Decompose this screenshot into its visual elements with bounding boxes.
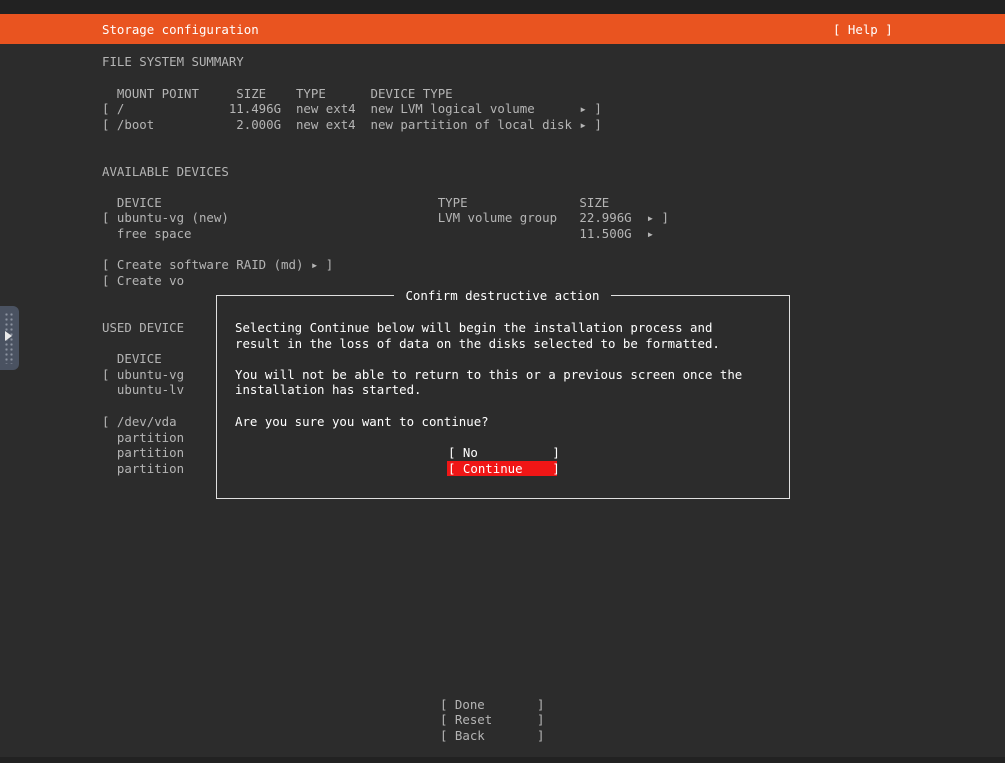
used-row-ubuntu-lv[interactable]: ubuntu-lv [102, 382, 184, 398]
used-row-dev-vda[interactable]: [ /dev/vda [102, 414, 177, 430]
continue-button[interactable]: [ Continue ] [448, 461, 560, 477]
used-row-partition[interactable]: partition [102, 445, 184, 461]
used-row-partition[interactable]: partition [102, 461, 184, 477]
available-column-headers: DEVICE TYPE SIZE [102, 195, 610, 210]
summary-row-boot[interactable]: [ /boot 2.000G new ext4 new partition of… [102, 117, 602, 133]
expand-arrow-icon [5, 331, 12, 341]
create-raid-button[interactable]: [ Create software RAID (md) ▸ ] [102, 257, 333, 273]
used-row-ubuntu-vg[interactable]: [ ubuntu-vg [102, 367, 184, 383]
help-button[interactable]: [ Help ] [833, 22, 893, 38]
create-volume-group-button[interactable]: [ Create vo [102, 273, 184, 289]
reset-button[interactable]: [ Reset ] [440, 712, 544, 728]
dialog-message-line: Selecting Continue below will begin the … [235, 320, 713, 335]
page-title: Storage configuration [102, 22, 259, 37]
back-button[interactable]: [ Back ] [440, 728, 544, 744]
no-button[interactable]: [ No ] [448, 445, 560, 461]
available-devices-heading: AVAILABLE DEVICES [102, 164, 229, 179]
used-column-headers: DEVICE [102, 351, 162, 366]
used-row-partition[interactable]: partition [102, 430, 184, 446]
dialog-message-line: result in the loss of data on the disks … [235, 336, 720, 351]
dialog-question: Are you sure you want to continue? [235, 414, 489, 429]
dialog-title: Confirm destructive action [394, 288, 611, 304]
device-row-ubuntu-vg[interactable]: [ ubuntu-vg (new) LVM volume group 22.99… [102, 210, 669, 226]
done-button[interactable]: [ Done ] [440, 697, 544, 713]
dialog-message-line: installation has started. [235, 382, 422, 397]
summary-column-headers: MOUNT POINT SIZE TYPE DEVICE TYPE [102, 86, 453, 101]
title-bar: Storage configuration [ Help ] [0, 14, 1005, 44]
dialog-message-line: You will not be able to return to this o… [235, 367, 743, 382]
window-bottom-edge [0, 757, 1005, 763]
terminal-screen: Storage configuration [ Help ] FILE SYST… [0, 0, 1005, 763]
side-panel-handle[interactable] [0, 306, 19, 370]
device-row-free-space[interactable]: free space 11.500G ▸ [102, 226, 654, 242]
summary-row-root[interactable]: [ / 11.496G new ext4 new LVM logical vol… [102, 101, 602, 117]
used-devices-heading: USED DEVICE [102, 320, 185, 335]
file-system-summary-heading: FILE SYSTEM SUMMARY [102, 54, 244, 69]
window-top-edge [0, 0, 1005, 14]
